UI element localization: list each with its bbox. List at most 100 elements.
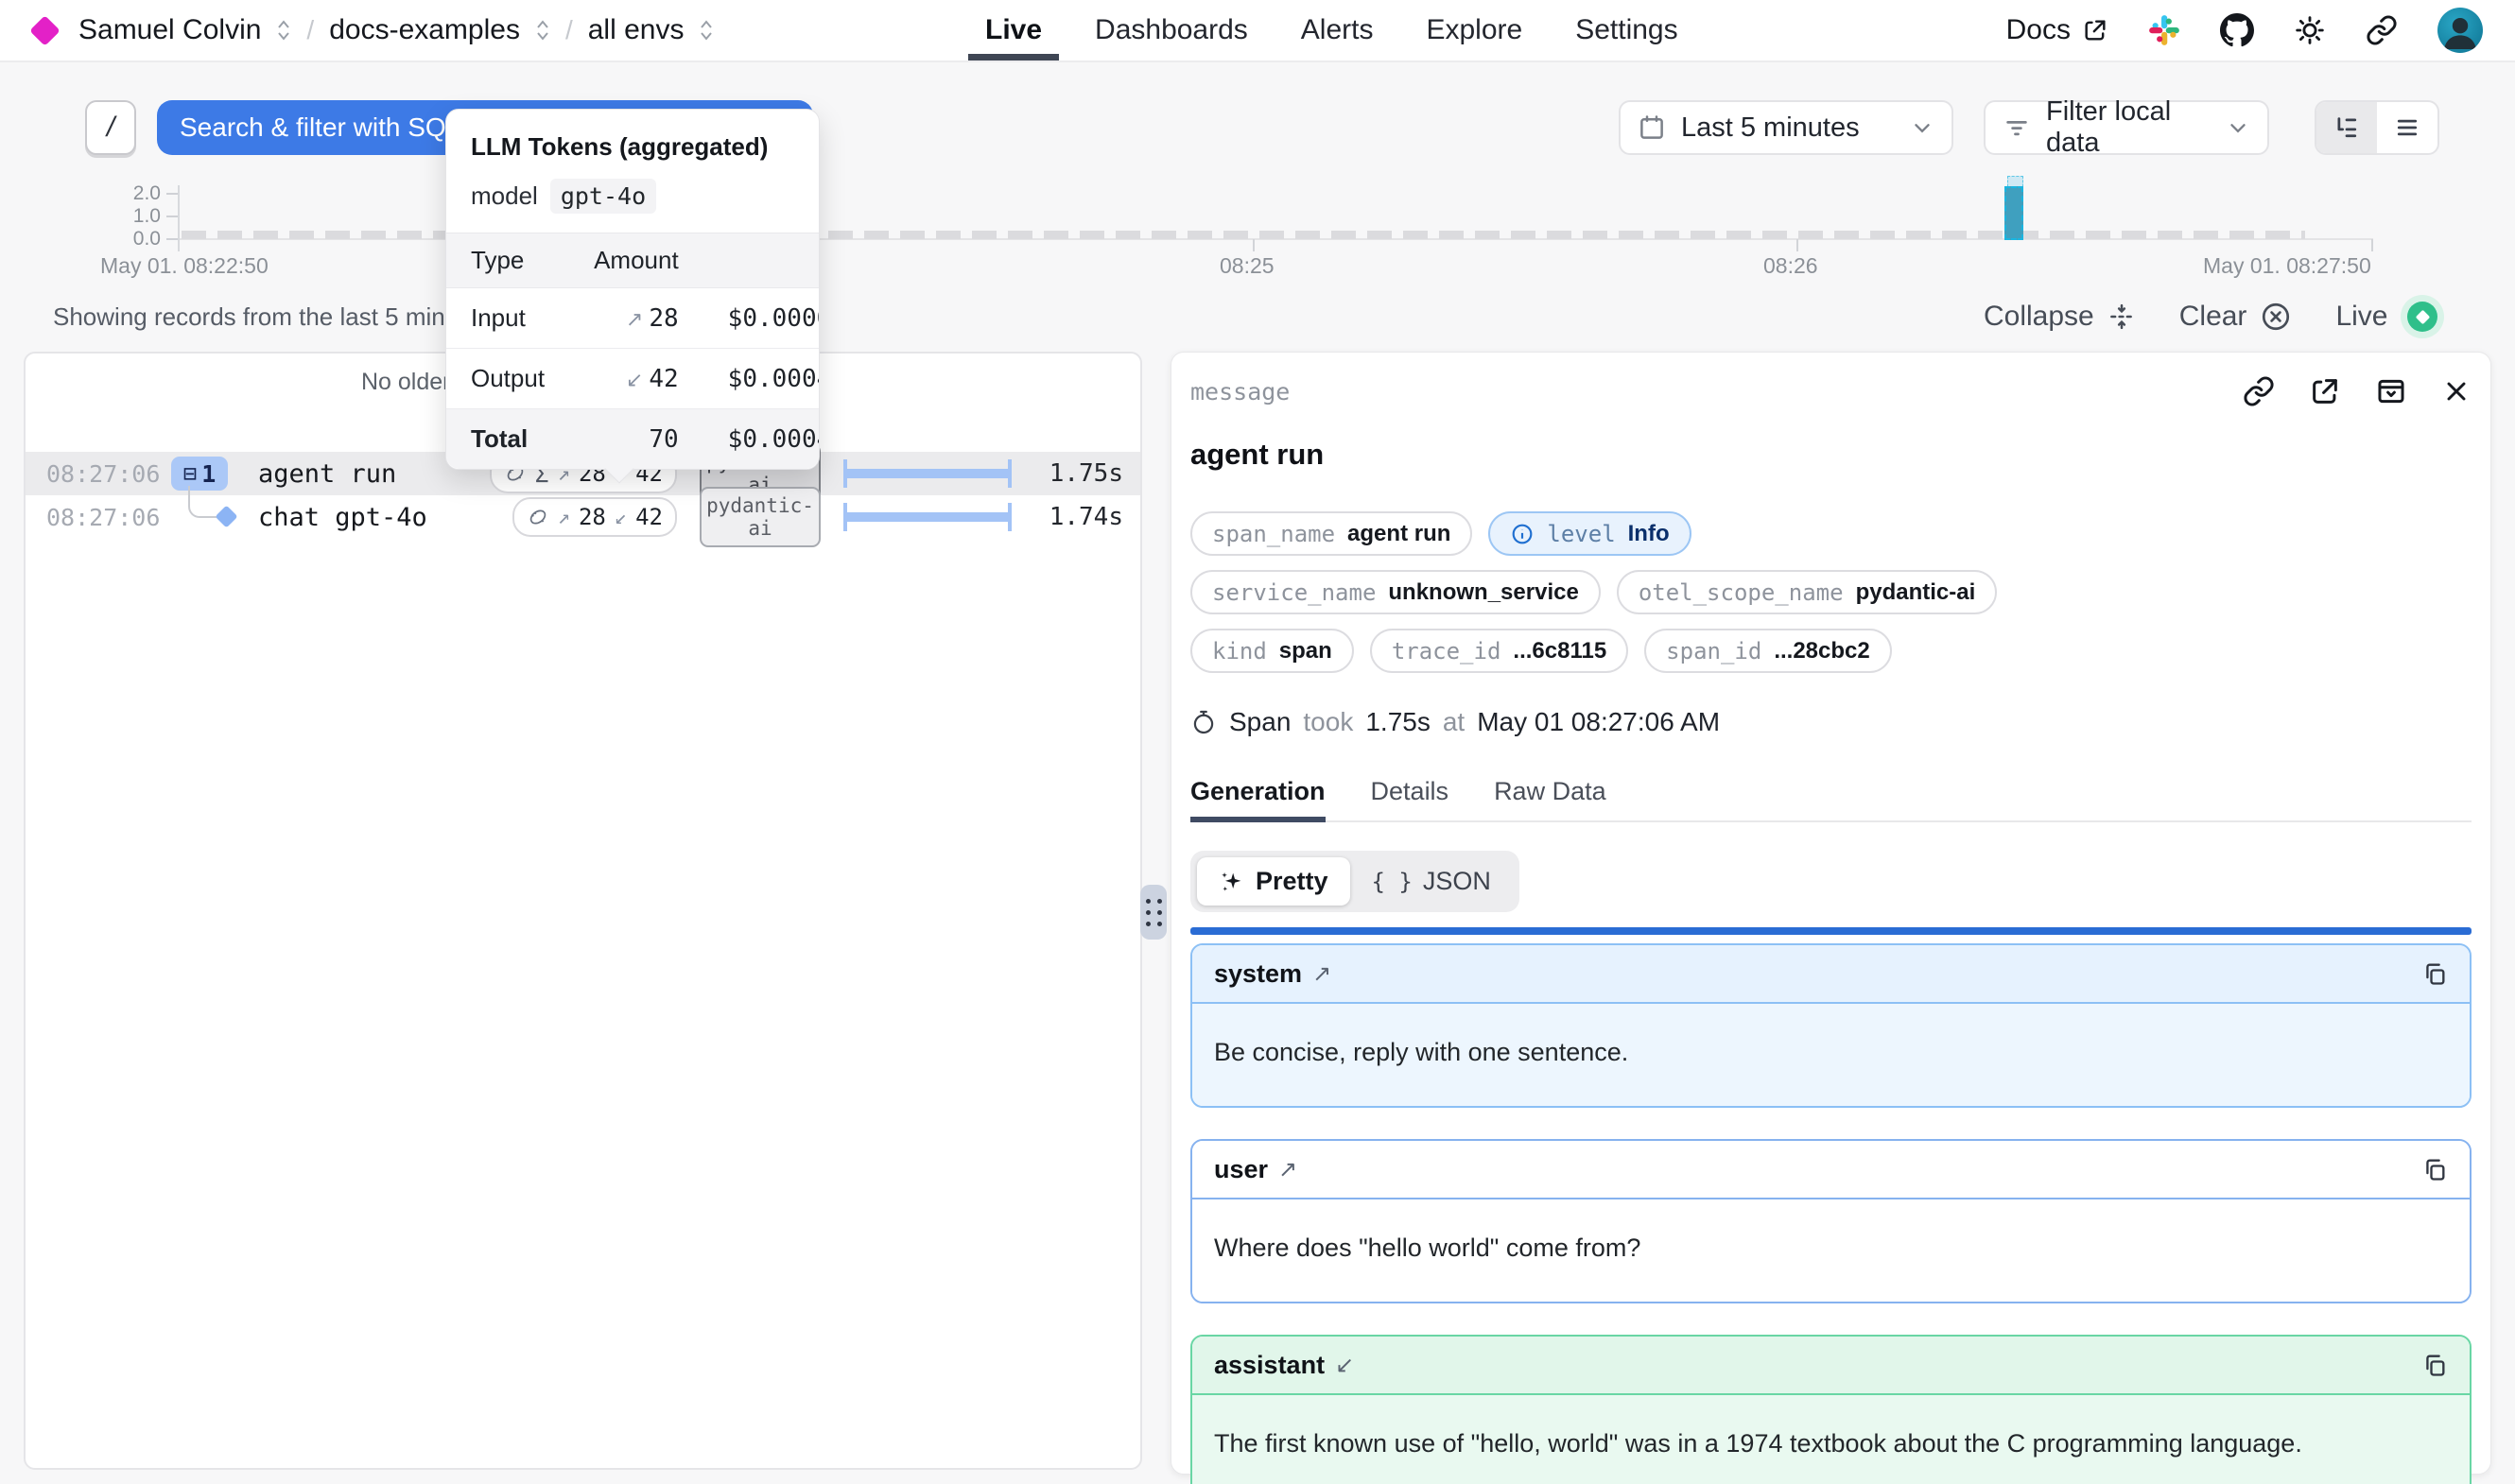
message-text: The first known use of "hello, world" wa… bbox=[1192, 1395, 2470, 1484]
live-status-icon bbox=[2401, 295, 2444, 338]
y-tick-label: 1.0 bbox=[104, 205, 161, 228]
y-tick-label: 2.0 bbox=[104, 182, 161, 205]
live-toggle[interactable]: Live bbox=[2335, 295, 2444, 338]
panel-type-label: message bbox=[1190, 378, 1290, 406]
calendar-icon bbox=[1638, 113, 1666, 142]
share-link-icon[interactable] bbox=[2366, 14, 2398, 46]
breadcrumb-env[interactable]: all envs bbox=[588, 14, 685, 46]
showing-records-text: Showing records from the last 5 minutes bbox=[53, 302, 492, 332]
output-tokens: 42 bbox=[635, 504, 663, 530]
main-nav: Live Dashboards Alerts Explore Settings bbox=[985, 0, 1678, 60]
braces-icon: { } bbox=[1372, 869, 1413, 895]
theme-sun-icon[interactable] bbox=[2294, 14, 2326, 46]
tab-details[interactable]: Details bbox=[1371, 777, 1449, 820]
info-circle-icon bbox=[1510, 522, 1535, 546]
list-view-button[interactable] bbox=[2377, 102, 2437, 153]
scope-tag[interactable]: pydantic-ai bbox=[700, 487, 821, 547]
x-tick-label: 08:25 bbox=[1220, 253, 1275, 279]
role-label: system bbox=[1214, 959, 1302, 989]
breadcrumb-org[interactable]: Samuel Colvin bbox=[78, 14, 261, 46]
model-value: gpt-4o bbox=[550, 179, 656, 214]
copy-icon[interactable] bbox=[2421, 960, 2448, 987]
badge-level[interactable]: levelInfo bbox=[1488, 511, 1691, 556]
collapse-box-icon: ⊟ bbox=[183, 460, 197, 487]
y-tick-label: 0.0 bbox=[104, 228, 161, 250]
time-range-select[interactable]: Last 5 minutes bbox=[1619, 100, 1953, 155]
section-divider-top bbox=[1190, 927, 2472, 935]
token-usage-chip[interactable]: ↗ 28 ↙ 42 bbox=[512, 497, 677, 537]
close-panel-icon[interactable] bbox=[2441, 376, 2472, 406]
badge-otel-scope-name[interactable]: otel_scope_namepydantic-ai bbox=[1617, 570, 1997, 614]
attribute-badges: span_nameagent run levelInfo service_nam… bbox=[1190, 511, 2472, 673]
slash-shortcut-key[interactable]: / bbox=[85, 100, 136, 155]
output-arrow-icon: ↙ bbox=[626, 368, 643, 391]
breadcrumb-project[interactable]: docs-examples bbox=[329, 14, 520, 46]
dock-panel-icon[interactable] bbox=[2375, 375, 2407, 407]
tree-view-button[interactable] bbox=[2316, 102, 2377, 153]
tab-raw-data[interactable]: Raw Data bbox=[1494, 777, 1606, 820]
user-avatar[interactable] bbox=[2437, 8, 2483, 53]
duration-bar[interactable] bbox=[843, 459, 1012, 488]
trace-timestamp: 08:27:06 bbox=[46, 460, 162, 488]
nav-tab-alerts[interactable]: Alerts bbox=[1301, 0, 1374, 60]
breadcrumb-separator: / bbox=[306, 15, 314, 45]
nav-tab-settings[interactable]: Settings bbox=[1575, 0, 1677, 60]
copy-icon[interactable] bbox=[2421, 1156, 2448, 1182]
logfire-live-screen: Samuel Colvin / docs-examples / all envs… bbox=[0, 0, 2515, 1484]
duration-text: 1.75s bbox=[1034, 459, 1123, 488]
col-cost: Cost bbox=[703, 233, 819, 288]
copy-link-icon[interactable] bbox=[2243, 375, 2275, 407]
chevron-down-icon bbox=[1910, 115, 1934, 140]
message-card-user: user ↗ Where does "hello world" come fro… bbox=[1190, 1139, 2472, 1303]
trace-row-chat-gpt4o[interactable]: 08:27:06 chat gpt-4o ↗ 28 ↙ 42 bbox=[26, 495, 1140, 539]
collapse-button[interactable]: Collapse bbox=[1984, 301, 2136, 333]
logfire-logo-icon[interactable] bbox=[29, 15, 61, 46]
github-icon[interactable] bbox=[2220, 13, 2254, 47]
selected-histogram-bar[interactable] bbox=[2004, 186, 2023, 240]
duration-bar[interactable] bbox=[843, 503, 1012, 531]
token-coin-icon bbox=[527, 506, 549, 528]
nav-tab-explore[interactable]: Explore bbox=[1426, 0, 1522, 60]
open-in-new-icon[interactable] bbox=[2309, 375, 2341, 407]
nav-tab-live[interactable]: Live bbox=[985, 0, 1042, 60]
view-mode-toggle bbox=[2315, 100, 2439, 155]
input-tokens: 28 bbox=[579, 504, 606, 530]
copy-icon[interactable] bbox=[2421, 1352, 2448, 1378]
role-label: assistant bbox=[1214, 1351, 1325, 1380]
filter-local-data-select[interactable]: Filter local data bbox=[1984, 100, 2269, 155]
chevron-updown-icon[interactable] bbox=[276, 18, 291, 43]
pretty-toggle-button[interactable]: Pretty bbox=[1197, 857, 1350, 906]
filter-lines-icon bbox=[2003, 113, 2031, 142]
badge-service-name[interactable]: service_nameunknown_service bbox=[1190, 570, 1601, 614]
badge-span-name[interactable]: span_nameagent run bbox=[1190, 511, 1472, 556]
nav-tab-dashboards[interactable]: Dashboards bbox=[1095, 0, 1248, 60]
clear-button[interactable]: Clear bbox=[2179, 301, 2293, 333]
y-axis bbox=[178, 185, 180, 251]
output-arrow-icon: ↙ bbox=[615, 506, 627, 529]
table-row-total: Total 70 $0.0004900 bbox=[446, 409, 819, 470]
chevron-updown-icon[interactable] bbox=[535, 18, 550, 43]
span-title: agent run bbox=[1190, 438, 2472, 472]
tab-generation[interactable]: Generation bbox=[1190, 777, 1326, 820]
badge-trace-id[interactable]: trace_id...6c8115 bbox=[1370, 629, 1628, 673]
message-text: Be concise, reply with one sentence. bbox=[1192, 1004, 2470, 1106]
json-toggle-button[interactable]: { } JSON bbox=[1350, 857, 1513, 906]
col-type: Type bbox=[446, 233, 569, 288]
detail-tabs: Generation Details Raw Data bbox=[1190, 777, 2472, 822]
role-label: user bbox=[1214, 1155, 1268, 1184]
trace-list-panel: No older records 08:27:06 ⊟ 1 agent run bbox=[24, 352, 1142, 1470]
span-detail-panel: message agent run span_namea bbox=[1171, 352, 2491, 1475]
tooltip-title: LLM Tokens (aggregated) bbox=[446, 110, 819, 162]
sparkle-icon bbox=[1219, 869, 1245, 895]
badge-kind[interactable]: kindspan bbox=[1190, 629, 1354, 673]
span-diamond-icon bbox=[215, 505, 237, 527]
slack-icon[interactable] bbox=[2148, 14, 2180, 46]
panel-resize-handle[interactable] bbox=[1140, 885, 1167, 940]
badge-span-id[interactable]: span_id...28cbc2 bbox=[1644, 629, 1892, 673]
tree-connector bbox=[188, 486, 217, 518]
chevron-updown-icon[interactable] bbox=[699, 18, 714, 43]
input-arrow-icon: ↗ bbox=[1278, 1156, 1297, 1183]
top-right-actions: Docs bbox=[2006, 0, 2483, 60]
docs-link[interactable]: Docs bbox=[2006, 14, 2108, 46]
message-text: Where does "hello world" come from? bbox=[1192, 1199, 2470, 1302]
